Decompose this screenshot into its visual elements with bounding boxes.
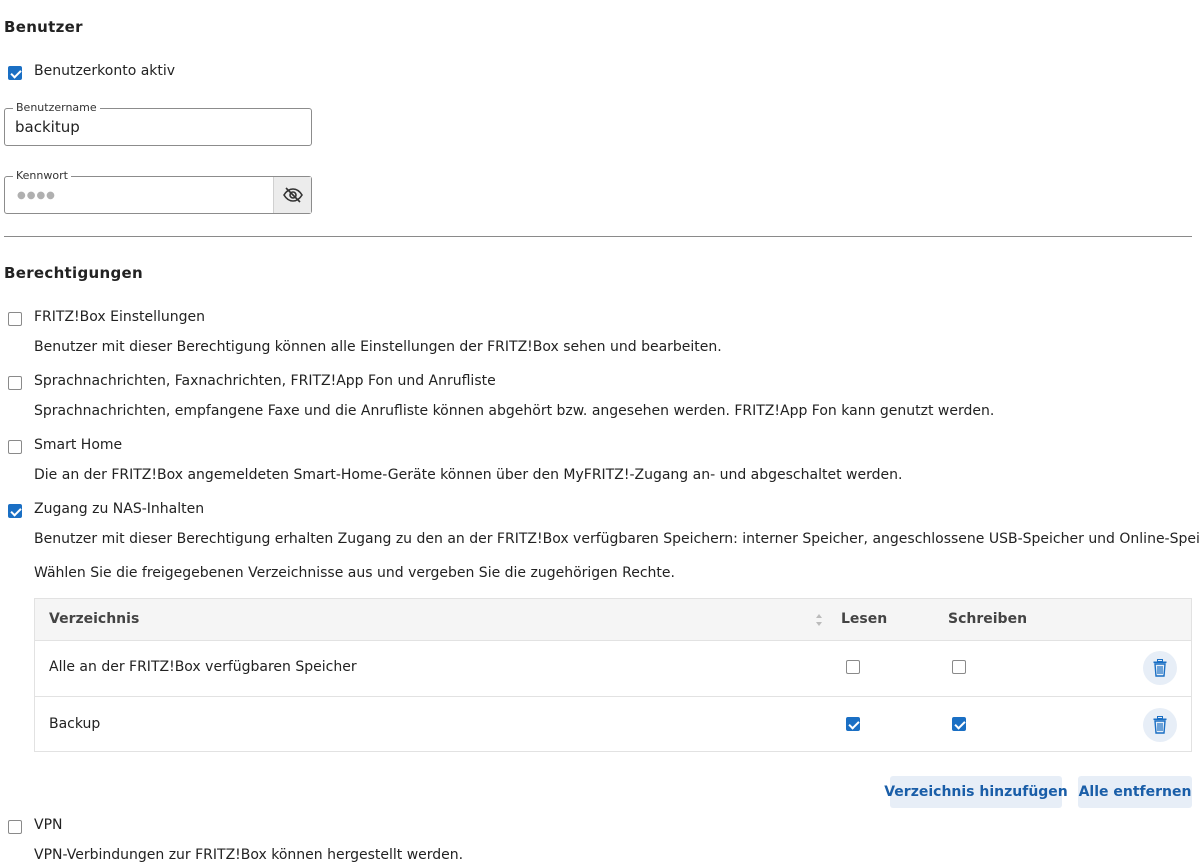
permission-fritzbox-settings-checkbox[interactable] bbox=[8, 312, 22, 326]
read-checkbox[interactable] bbox=[846, 717, 860, 731]
table-row: Backup bbox=[35, 697, 1191, 753]
column-header-write: Schreiben bbox=[948, 611, 1028, 627]
permission-vpn-description: VPN-Verbindungen zur FRITZ!Box können he… bbox=[34, 847, 464, 863]
directory-name: Backup bbox=[49, 716, 101, 732]
directory-table: Verzeichnis Lesen Schreiben Alle an der … bbox=[34, 598, 1192, 752]
permission-voice-fax-label: Sprachnachrichten, Faxnachrichten, FRITZ… bbox=[34, 373, 496, 389]
username-field[interactable]: Benutzername bbox=[4, 102, 312, 146]
permission-nas-label: Zugang zu NAS-Inhalten bbox=[34, 501, 205, 517]
permission-voice-fax-description: Sprachnachrichten, empfangene Faxe und d… bbox=[34, 403, 995, 419]
add-directory-button[interactable]: Verzeichnis hinzufügen bbox=[884, 776, 1068, 808]
delete-directory-button[interactable] bbox=[1143, 708, 1177, 742]
section-divider bbox=[4, 236, 1192, 237]
permission-fritzbox-settings-description: Benutzer mit dieser Berechtigung können … bbox=[34, 339, 722, 355]
directory-name: Alle an der FRITZ!Box verfügbaren Speich… bbox=[49, 659, 357, 675]
permission-smart-home-description: Die an der FRITZ!Box angemeldeten Smart-… bbox=[34, 467, 903, 483]
eye-off-icon bbox=[282, 187, 303, 203]
permission-voice-fax-checkbox[interactable] bbox=[8, 376, 22, 390]
sort-icon[interactable] bbox=[815, 613, 823, 627]
account-active-label: Benutzerkonto aktiv bbox=[34, 63, 176, 79]
section-title-user: Benutzer bbox=[4, 18, 83, 36]
toggle-password-visibility-button[interactable] bbox=[273, 177, 311, 213]
column-header-directory[interactable]: Verzeichnis bbox=[49, 611, 139, 627]
write-checkbox[interactable] bbox=[952, 660, 966, 674]
password-masked-value[interactable]: ●●●● bbox=[17, 190, 56, 201]
delete-directory-button[interactable] bbox=[1143, 651, 1177, 685]
permission-nas-instruction: Wählen Sie die freigegebenen Verzeichnis… bbox=[34, 565, 675, 581]
permission-nas-checkbox[interactable] bbox=[8, 504, 22, 518]
column-header-read: Lesen bbox=[841, 611, 888, 627]
remove-all-button[interactable]: Alle entfernen bbox=[1078, 776, 1192, 808]
trash-icon bbox=[1153, 659, 1167, 677]
directory-table-header: Verzeichnis Lesen Schreiben bbox=[35, 599, 1191, 641]
password-legend: Kennwort bbox=[13, 170, 71, 182]
permission-smart-home-checkbox[interactable] bbox=[8, 440, 22, 454]
write-checkbox[interactable] bbox=[952, 717, 966, 731]
table-row: Alle an der FRITZ!Box verfügbaren Speich… bbox=[35, 640, 1191, 697]
username-input[interactable] bbox=[15, 109, 275, 145]
permission-nas-description: Benutzer mit dieser Berechtigung erhalte… bbox=[34, 531, 1200, 547]
permission-vpn-checkbox[interactable] bbox=[8, 820, 22, 834]
read-checkbox[interactable] bbox=[846, 660, 860, 674]
permission-smart-home-label: Smart Home bbox=[34, 437, 123, 453]
permission-fritzbox-settings-label: FRITZ!Box Einstellungen bbox=[34, 309, 206, 325]
account-active-checkbox[interactable] bbox=[8, 66, 22, 80]
section-title-permissions: Berechtigungen bbox=[4, 264, 143, 282]
trash-icon bbox=[1153, 716, 1167, 734]
permission-vpn-label: VPN bbox=[34, 817, 63, 833]
password-field[interactable]: Kennwort ●●●● bbox=[4, 170, 312, 214]
